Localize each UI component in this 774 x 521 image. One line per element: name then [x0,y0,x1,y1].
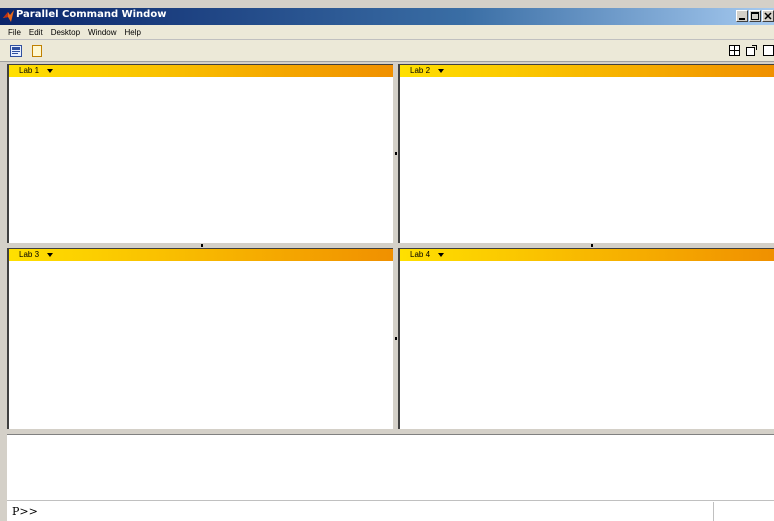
horizontal-splitter-handle-left[interactable] [201,244,203,247]
close-button[interactable] [762,10,774,22]
lab-pane-2[interactable]: Lab 2 [398,64,774,243]
dropdown-caret-icon[interactable] [438,253,444,257]
lab-pane-4-header[interactable]: Lab 4 [400,249,774,261]
dropdown-caret-icon[interactable] [47,253,53,257]
menu-file[interactable]: File [4,28,25,37]
lab-pane-1[interactable]: Lab 1 [7,64,393,243]
lab-pane-3-label: Lab 3 [19,250,40,259]
maximize-icon[interactable] [763,45,774,56]
menu-bar: File Edit Desktop Window Help [0,25,774,40]
minimize-button[interactable] [736,10,748,22]
vertical-splitter-handle-bottom[interactable] [395,337,397,340]
menu-edit[interactable]: Edit [25,28,47,37]
parallel-command-window: Parallel Command Window File Edit Deskto… [0,0,774,521]
minimize-icon [739,18,745,20]
dropdown-caret-icon[interactable] [438,69,444,73]
lab-pane-1-header[interactable]: Lab 1 [9,65,393,77]
vertical-splitter-handle-top[interactable] [395,152,397,155]
menu-help[interactable]: Help [121,28,145,37]
status-field [713,502,774,521]
maximize-icon [751,12,759,20]
window-title: Parallel Command Window [16,9,167,20]
menu-desktop[interactable]: Desktop [47,28,84,37]
command-prompt: P>> [12,505,38,518]
new-document-icon[interactable] [31,45,43,57]
lab-pane-4-label: Lab 4 [410,250,431,259]
window-controls [735,10,774,23]
command-history-icon[interactable] [10,45,22,57]
lab-panes: Lab 1 Lab 2 Lab 3 Lab 4 [7,64,774,429]
lab-pane-2-header[interactable]: Lab 2 [400,65,774,77]
lab-pane-4[interactable]: Lab 4 [398,248,774,429]
command-output-area[interactable] [7,434,774,500]
toolbar [0,40,774,62]
lab-pane-3-header[interactable]: Lab 3 [9,249,393,261]
tile-layout-icon[interactable] [729,45,740,56]
horizontal-splitter-handle-right[interactable] [591,244,593,247]
title-bar[interactable]: Parallel Command Window [0,8,774,25]
lab-pane-1-label: Lab 1 [19,66,40,75]
undock-icon[interactable] [746,45,757,56]
menu-window[interactable]: Window [84,28,120,37]
lab-pane-3[interactable]: Lab 3 [7,248,393,429]
maximize-button[interactable] [749,10,761,22]
matlab-logo-icon [3,10,14,22]
command-input-row[interactable]: P>> [7,500,774,521]
close-icon [764,12,772,20]
lab-pane-2-label: Lab 2 [410,66,431,75]
dropdown-caret-icon[interactable] [47,69,53,73]
